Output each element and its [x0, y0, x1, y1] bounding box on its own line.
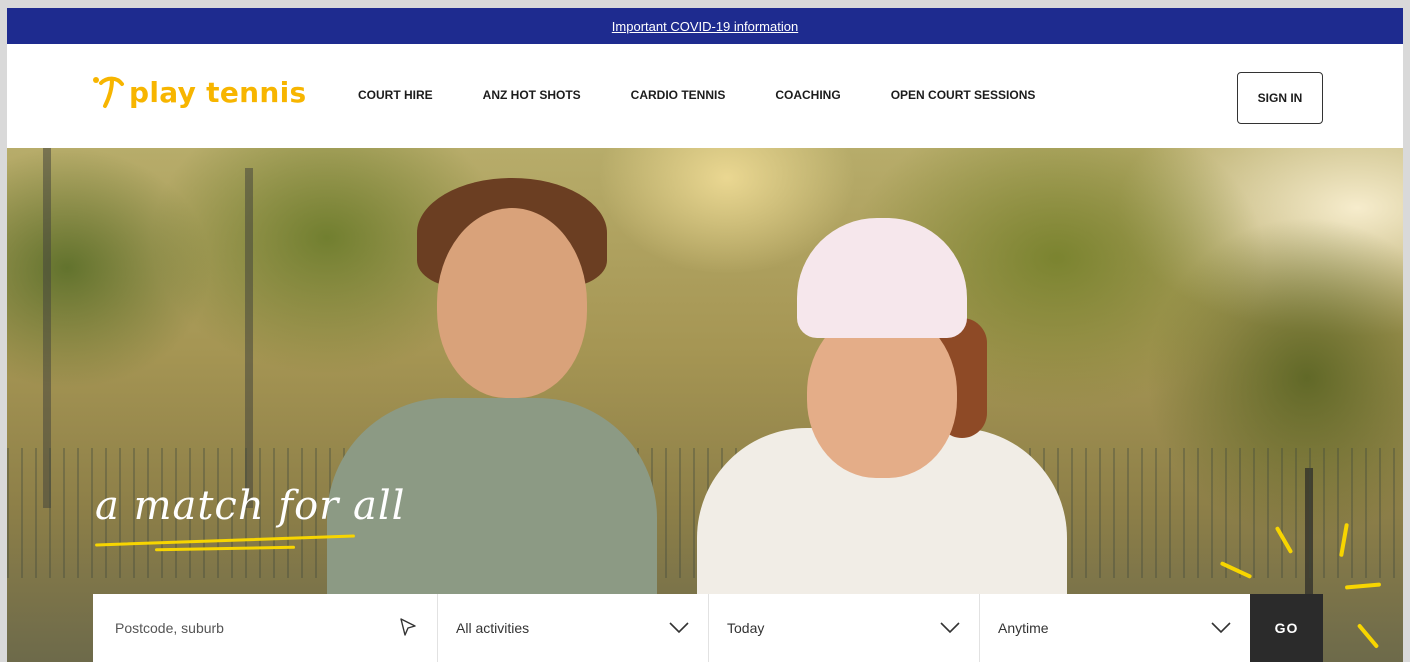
- site-header: play tennis COURT HIRE ANZ HOT SHOTS CAR…: [7, 44, 1403, 148]
- location-field[interactable]: [93, 594, 438, 662]
- location-arrow-icon[interactable]: [397, 616, 419, 638]
- chevron-down-icon: [669, 622, 689, 634]
- hero-tagline: a match for all: [95, 483, 406, 552]
- tagline-text: a match for all: [95, 483, 406, 529]
- activity-search-bar: All activities Today Anytime GO: [93, 594, 1323, 662]
- activity-select-value: All activities: [456, 620, 530, 636]
- date-select[interactable]: Today: [709, 594, 980, 662]
- nav-open-court-sessions[interactable]: OPEN COURT SESSIONS: [891, 88, 1036, 102]
- covid-info-link[interactable]: Important COVID-19 information: [612, 19, 798, 34]
- hero-image: a match for all All activities: [7, 148, 1403, 662]
- date-select-value: Today: [727, 620, 765, 636]
- sparkle-decoration: [1344, 582, 1382, 590]
- activity-select[interactable]: All activities: [438, 594, 709, 662]
- page-frame: Important COVID-19 information play tenn…: [7, 8, 1403, 662]
- nav-court-hire[interactable]: COURT HIRE: [358, 88, 433, 102]
- girl-cap: [797, 218, 967, 338]
- sparkle-decoration: [1356, 623, 1380, 649]
- boy-face: [437, 208, 587, 398]
- sign-in-button[interactable]: SIGN IN: [1237, 72, 1323, 124]
- play-tennis-logo-icon: [93, 76, 124, 108]
- logo-text: play tennis: [129, 75, 307, 109]
- main-nav: COURT HIRE ANZ HOT SHOTS CARDIO TENNIS C…: [358, 88, 1035, 102]
- time-select-value: Anytime: [998, 620, 1049, 636]
- chevron-down-icon: [1211, 622, 1231, 634]
- logo[interactable]: play tennis: [91, 74, 306, 110]
- time-select[interactable]: Anytime: [980, 594, 1250, 662]
- location-input[interactable]: [115, 620, 365, 636]
- nav-coaching[interactable]: COACHING: [775, 88, 840, 102]
- go-button[interactable]: GO: [1250, 594, 1323, 662]
- nav-cardio-tennis[interactable]: CARDIO TENNIS: [631, 88, 726, 102]
- chevron-down-icon: [940, 622, 960, 634]
- covid-banner: Important COVID-19 information: [7, 8, 1403, 44]
- nav-anz-hot-shots[interactable]: ANZ HOT SHOTS: [483, 88, 581, 102]
